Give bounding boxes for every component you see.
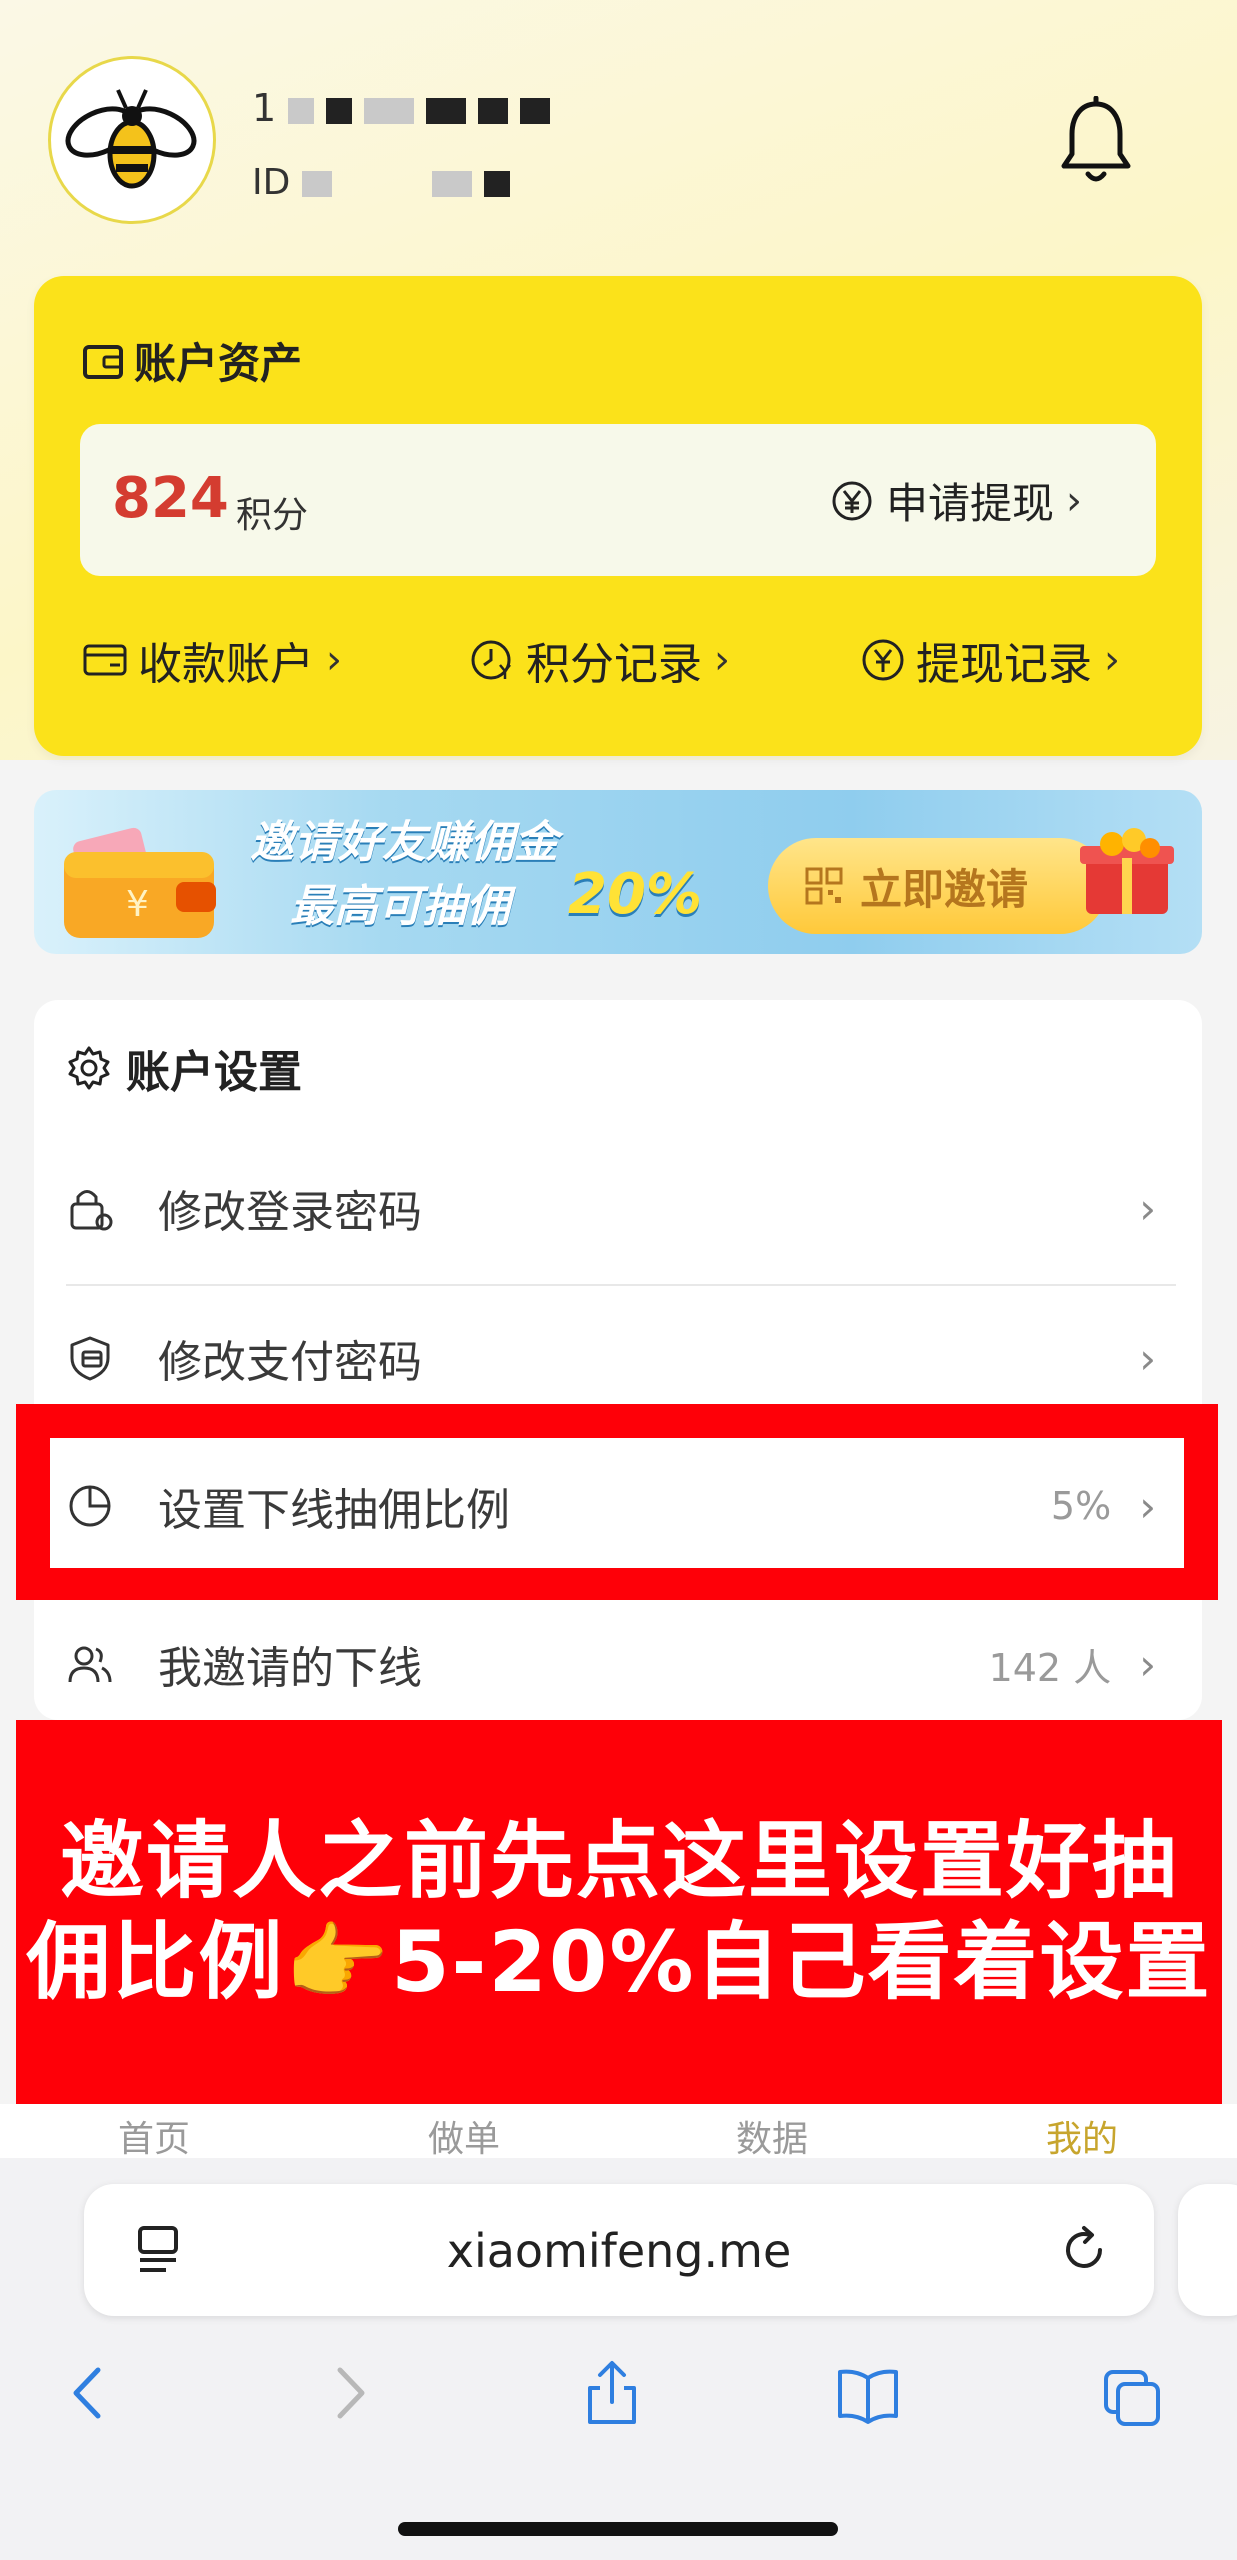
- settings-row-label: 修改登录密码: [158, 1187, 422, 1238]
- settings-title: 账户设置: [66, 1036, 302, 1100]
- url-text[interactable]: xiaomifeng.me: [84, 2224, 1154, 2278]
- card-icon: [83, 644, 127, 676]
- invite-count: 142 人: [988, 1645, 1112, 1690]
- settings-row-my-invites[interactable]: 我邀请的下线 142 人 ›: [66, 1616, 1176, 1712]
- chevron-right-icon: ›: [1066, 477, 1083, 524]
- next-tab-peek[interactable]: [1178, 2184, 1237, 2316]
- tab-home[interactable]: 首页: [74, 2110, 234, 2162]
- home-indicator: [398, 2522, 838, 2536]
- tab-mine[interactable]: 我的: [1002, 2110, 1162, 2162]
- bell-icon[interactable]: [1058, 96, 1134, 186]
- pointing-hand-icon: 👉: [284, 1913, 392, 2011]
- banner-subtitle: 最高可抽佣: [290, 881, 510, 932]
- forward-icon[interactable]: [318, 2358, 382, 2428]
- callout-line-1: 邀请人之前先点这里设置好抽: [59, 1812, 1178, 1911]
- instruction-callout: 邀请人之前先点这里设置好抽 佣比例👉5-20%自己看着设置: [16, 1720, 1222, 2104]
- users-icon: [68, 1646, 112, 1683]
- settings-row-pay-password[interactable]: 修改支付密码 ›: [66, 1310, 1176, 1406]
- withdraw-button[interactable]: 申请提现 ›: [830, 470, 1082, 531]
- assets-title: 账户资产: [82, 330, 302, 391]
- commission-ratio-value: 5%: [1050, 1484, 1112, 1528]
- back-icon[interactable]: [56, 2358, 120, 2428]
- qrcode-icon: [805, 867, 843, 905]
- bee-logo-icon: [65, 89, 197, 189]
- svg-text:¥: ¥: [126, 884, 149, 925]
- avatar[interactable]: [48, 56, 216, 224]
- yen-coin-icon: [862, 639, 904, 681]
- settings-row-commission-ratio[interactable]: 设置下线抽佣比例 5% ›: [66, 1458, 1176, 1554]
- clock-yen-icon: [471, 640, 511, 680]
- chevron-right-icon: ›: [1139, 1183, 1156, 1233]
- lock-icon: [70, 1190, 113, 1231]
- withdraw-record-link[interactable]: 提现记录 ›: [860, 628, 1120, 692]
- tab-orders[interactable]: 做单: [384, 2110, 544, 2162]
- points-unit: 积分: [236, 495, 309, 536]
- wallet-illustration-icon: ¥: [64, 827, 216, 938]
- shield-card-icon: [70, 1336, 110, 1381]
- receiving-account-link[interactable]: 收款账户 ›: [82, 628, 342, 692]
- chevron-right-icon: ›: [714, 637, 730, 683]
- chevron-right-icon: ›: [1139, 1333, 1156, 1383]
- settings-row-label: 设置下线抽佣比例: [158, 1485, 510, 1536]
- settings-row-label: 我邀请的下线: [158, 1643, 422, 1694]
- points-value: 824: [112, 466, 229, 531]
- banner-title: 邀请好友赚佣金: [250, 817, 558, 868]
- settings-row-login-password[interactable]: 修改登录密码 ›: [66, 1160, 1176, 1256]
- user-name: 1: [252, 86, 551, 130]
- wallet-icon: [83, 344, 123, 379]
- gift-box-icon: [1080, 828, 1174, 914]
- user-id: ID: [252, 162, 511, 203]
- divider: [66, 1284, 1176, 1286]
- chevron-right-icon: ›: [326, 637, 342, 683]
- tab-data[interactable]: 数据: [692, 2110, 852, 2162]
- bookmarks-icon[interactable]: [836, 2358, 900, 2428]
- chevron-right-icon: ›: [1139, 1639, 1156, 1689]
- invite-now-button[interactable]: 立即邀请: [768, 838, 1108, 934]
- quick-links: 收款账户 › 积分记录 › 提现记录 ›: [82, 628, 1162, 698]
- chevron-right-icon: ›: [1104, 637, 1120, 683]
- callout-line-2: 佣比例👉5-20%自己看着设置: [26, 1913, 1212, 2011]
- points-record-link[interactable]: 积分记录 ›: [470, 628, 730, 692]
- settings-row-label: 修改支付密码: [158, 1337, 422, 1388]
- chevron-right-icon: ›: [1139, 1481, 1156, 1531]
- tabs-icon[interactable]: [1100, 2358, 1164, 2428]
- gear-icon: [68, 1046, 110, 1090]
- yen-circle-icon: [832, 481, 872, 520]
- banner-percent: 20%: [568, 862, 703, 927]
- reload-icon[interactable]: [1058, 2224, 1110, 2276]
- share-icon[interactable]: [580, 2358, 644, 2428]
- pie-chart-icon: [69, 1485, 111, 1527]
